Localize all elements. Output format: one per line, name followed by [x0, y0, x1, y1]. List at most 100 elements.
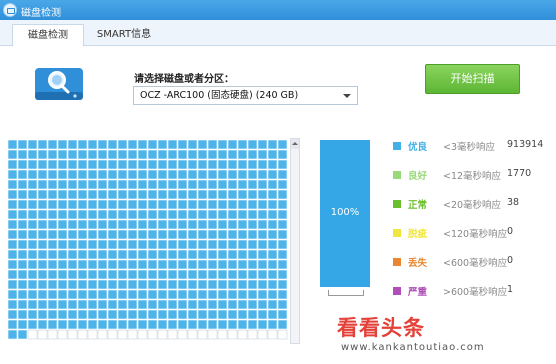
grid-cell: [107, 299, 118, 310]
grid-cell: [197, 289, 208, 300]
grid-cell: [87, 259, 98, 270]
grid-cell: [37, 249, 48, 260]
grid-cell: [187, 289, 198, 300]
grid-cell: [257, 219, 268, 230]
grid-cell: [247, 249, 258, 260]
legend-desc: >600毫秒响应: [443, 287, 508, 298]
grid-cell: [67, 289, 78, 300]
grid-cell: [87, 329, 98, 340]
grid-cell: [267, 279, 278, 290]
grid-cell: [107, 289, 118, 300]
grid-cell: [177, 169, 188, 180]
grid-cell: [67, 259, 78, 270]
grid-cell: [237, 299, 248, 310]
grid-cell: [267, 289, 278, 300]
grid-cell: [177, 229, 188, 240]
grid-cell: [17, 269, 28, 280]
legend-swatch: [393, 171, 401, 179]
grid-cell: [127, 199, 138, 210]
grid-cell: [67, 249, 78, 260]
grid-cell: [237, 259, 248, 270]
grid-cell: [97, 179, 108, 190]
grid-cell: [277, 269, 288, 280]
grid-cell: [237, 169, 248, 180]
grid-cell: [217, 139, 228, 150]
grid-cell: [27, 159, 38, 170]
grid-cell: [187, 159, 198, 170]
grid-cell: [27, 269, 38, 280]
grid-cell: [157, 299, 168, 310]
grid-cell: [127, 299, 138, 310]
grid-cell: [47, 299, 58, 310]
tab-strip: 磁盘检测 SMART信息: [0, 20, 556, 47]
grid-cell: [237, 319, 248, 330]
app-icon: [3, 3, 17, 17]
grid-cell: [17, 179, 28, 190]
grid-cell: [97, 309, 108, 320]
grid-cell: [277, 179, 288, 190]
grid-scrollbar[interactable]: [290, 138, 300, 344]
grid-cell: [127, 259, 138, 270]
tab-disk-check[interactable]: 磁盘检测: [12, 24, 84, 47]
grid-cell: [157, 259, 168, 270]
grid-cell: [197, 299, 208, 310]
tab-smart-info[interactable]: SMART信息: [92, 24, 156, 47]
grid-cell: [147, 299, 158, 310]
scroll-up-icon[interactable]: [291, 139, 299, 149]
grid-cell: [177, 269, 188, 280]
grid-cell: [47, 329, 58, 340]
grid-cell: [217, 189, 228, 200]
grid-cell: [267, 239, 278, 250]
grid-cell: [8, 309, 18, 320]
grid-cell: [107, 229, 118, 240]
grid-cell: [197, 209, 208, 220]
grid-cell: [127, 269, 138, 280]
grid-cell: [8, 229, 18, 240]
grid-cell: [227, 199, 238, 210]
grid-cell: [227, 259, 238, 270]
grid-cell: [47, 219, 58, 230]
grid-cell: [217, 199, 228, 210]
grid-cell: [177, 319, 188, 330]
grid-cell: [197, 169, 208, 180]
grid-cell: [107, 259, 118, 270]
grid-cell: [87, 309, 98, 320]
grid-cell: [157, 269, 168, 280]
grid-cell: [227, 189, 238, 200]
legend-desc: <600毫秒响应: [443, 258, 508, 269]
grid-cell: [207, 299, 218, 310]
start-scan-button[interactable]: 开始扫描: [425, 64, 520, 94]
grid-cell: [57, 179, 68, 190]
grid-cell: [257, 209, 268, 220]
grid-cell: [27, 169, 38, 180]
grid-cell: [257, 139, 268, 150]
disk-search-icon: [35, 68, 83, 100]
grid-cell: [247, 209, 258, 220]
grid-cell: [197, 149, 208, 160]
grid-cell: [127, 179, 138, 190]
grid-cell: [197, 179, 208, 190]
legend-desc: <120毫秒响应: [443, 229, 508, 240]
grid-cell: [267, 159, 278, 170]
grid-cell: [247, 199, 258, 210]
grid-cell: [97, 249, 108, 260]
grid-cell: [157, 199, 168, 210]
grid-cell: [27, 189, 38, 200]
grid-cell: [27, 329, 38, 340]
grid-cell: [237, 329, 248, 340]
grid-cell: [237, 199, 248, 210]
grid-cell: [8, 319, 18, 330]
grid-cell: [137, 219, 148, 230]
grid-cell: [97, 159, 108, 170]
grid-cell: [47, 279, 58, 290]
grid-cell: [117, 199, 128, 210]
grid-cell: [77, 299, 88, 310]
grid-cell: [27, 229, 38, 240]
disk-select[interactable]: OCZ -ARC100 (固态硬盘) (240 GB): [133, 86, 358, 105]
grid-cell: [107, 209, 118, 220]
grid-cell: [277, 279, 288, 290]
watermark-url: www.kankantoutiao.com: [341, 342, 485, 353]
grid-cell: [27, 309, 38, 320]
grid-cell: [247, 149, 258, 160]
grid-cell: [187, 149, 198, 160]
